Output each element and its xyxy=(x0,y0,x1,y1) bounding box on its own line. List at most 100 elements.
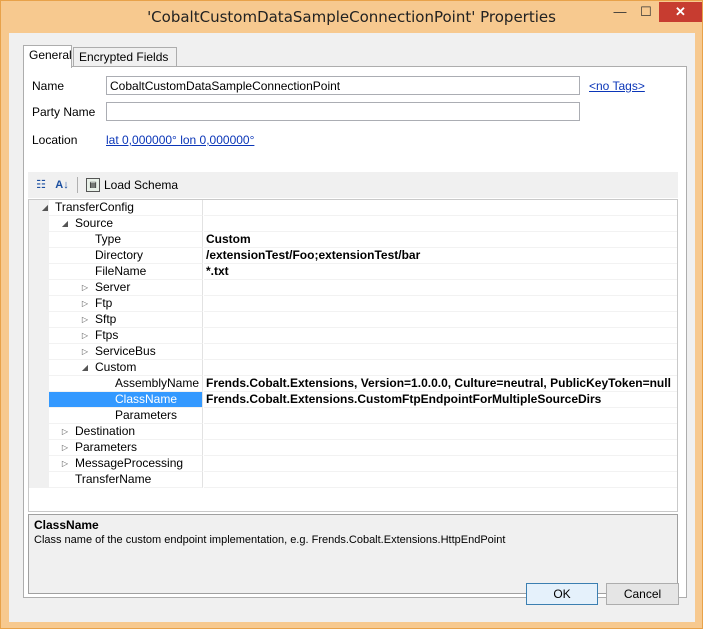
maximize-button[interactable]: ☐ xyxy=(633,2,659,22)
property-label: ClassName xyxy=(115,392,178,406)
expand-icon[interactable]: ▷ xyxy=(79,312,91,328)
property-label: Parameters xyxy=(115,408,178,422)
property-row[interactable]: ◢ Custom xyxy=(29,360,677,376)
property-value-cell[interactable] xyxy=(204,360,677,376)
property-row[interactable]: ◢ Source xyxy=(29,216,677,232)
location-link[interactable]: lat 0,000000° lon 0,000000° xyxy=(106,133,254,147)
property-value-cell[interactable] xyxy=(204,312,677,328)
property-value-cell[interactable]: Frends.Cobalt.Extensions, Version=1.0.0.… xyxy=(204,376,677,392)
property-name-cell[interactable]: ▷ Sftp xyxy=(29,312,203,328)
row-gutter xyxy=(29,216,49,232)
collapse-icon[interactable]: ◢ xyxy=(39,200,51,216)
cancel-button[interactable]: Cancel xyxy=(606,583,679,605)
row-gutter xyxy=(29,280,49,296)
property-name-cell[interactable]: ◢ Custom xyxy=(29,360,203,376)
expand-icon[interactable]: ▷ xyxy=(59,456,71,472)
property-name-cell[interactable]: FileName xyxy=(29,264,203,280)
property-value-cell[interactable] xyxy=(204,216,677,232)
expand-icon[interactable]: ▷ xyxy=(59,440,71,456)
property-row[interactable]: ▷ MessageProcessing xyxy=(29,456,677,472)
party-name-field[interactable] xyxy=(106,102,580,121)
property-row[interactable]: ▷ ServiceBus xyxy=(29,344,677,360)
property-value-cell[interactable] xyxy=(204,440,677,456)
property-value-cell[interactable] xyxy=(204,280,677,296)
property-name-cell[interactable]: ◢ TransferConfig xyxy=(29,200,203,216)
row-gutter xyxy=(29,328,49,344)
property-value-cell[interactable]: Custom xyxy=(204,232,677,248)
expand-icon[interactable]: ▷ xyxy=(79,328,91,344)
properties-window: 'CobaltCustomDataSampleConnectionPoint' … xyxy=(0,0,703,629)
property-name-cell[interactable]: Directory xyxy=(29,248,203,264)
property-row[interactable]: ▷ Ftps xyxy=(29,328,677,344)
load-schema-label: Load Schema xyxy=(104,178,179,192)
row-gutter xyxy=(29,392,49,408)
expand-icon[interactable]: ▷ xyxy=(59,424,71,440)
property-row[interactable]: ClassName Frends.Cobalt.Extensions.Custom… xyxy=(29,392,677,408)
party-name-label: Party Name xyxy=(32,105,96,119)
property-row[interactable]: ▷ Ftp xyxy=(29,296,677,312)
collapse-icon[interactable]: ◢ xyxy=(59,216,71,232)
property-row[interactable]: Parameters xyxy=(29,408,677,424)
property-row[interactable]: ▷ Sftp xyxy=(29,312,677,328)
description-panel: ClassName Class name of the custom endpo… xyxy=(28,514,678,594)
property-label: Type xyxy=(95,232,122,246)
property-name-cell[interactable]: ▷ Server xyxy=(29,280,203,296)
description-text: Class name of the custom endpoint implem… xyxy=(34,534,506,546)
property-value-cell[interactable] xyxy=(204,424,677,440)
property-name-cell[interactable]: ▷ Ftps xyxy=(29,328,203,344)
load-schema-button[interactable]: ▤ Load Schema xyxy=(84,176,178,194)
alphabetical-sort-icon[interactable]: A↓ xyxy=(53,176,71,194)
property-name-cell[interactable]: ▷ MessageProcessing xyxy=(29,456,203,472)
property-value-cell[interactable] xyxy=(204,344,677,360)
property-row[interactable]: Type Custom xyxy=(29,232,677,248)
name-field[interactable]: CobaltCustomDataSampleConnectionPoint xyxy=(106,76,580,95)
property-value-cell[interactable] xyxy=(204,472,677,488)
property-value-cell[interactable] xyxy=(204,408,677,424)
property-row[interactable]: ▷ Destination xyxy=(29,424,677,440)
row-gutter xyxy=(29,264,49,280)
property-row[interactable]: Directory/extensionTest/Foo;extensionTes… xyxy=(29,248,677,264)
collapse-icon[interactable]: ◢ xyxy=(79,360,91,376)
row-gutter xyxy=(29,344,49,360)
dialog-client-area: General Encrypted Fields Name CobaltCust… xyxy=(9,33,695,622)
property-row[interactable]: FileName *.txt xyxy=(29,264,677,280)
ok-button[interactable]: OK xyxy=(526,583,598,605)
expand-icon[interactable]: ▷ xyxy=(79,296,91,312)
property-row[interactable]: ▷ Parameters xyxy=(29,440,677,456)
property-row[interactable]: AssemblyName Frends.Cobalt.Extensions, Ve… xyxy=(29,376,677,392)
property-name-cell[interactable]: ◢ Source xyxy=(29,216,203,232)
property-name-cell[interactable]: Type xyxy=(29,232,203,248)
property-value-cell[interactable] xyxy=(204,328,677,344)
property-value-cell[interactable]: Frends.Cobalt.Extensions.CustomFtpEndpoi… xyxy=(204,392,677,408)
property-name-cell[interactable]: TransferName xyxy=(29,472,203,488)
tab-encrypted-fields[interactable]: Encrypted Fields xyxy=(73,47,177,67)
property-value-cell[interactable] xyxy=(204,200,677,216)
expand-icon[interactable]: ▷ xyxy=(79,344,91,360)
property-value-cell[interactable]: *.txt xyxy=(204,264,677,280)
property-name-cell[interactable]: ▷ Parameters xyxy=(29,440,203,456)
property-value-cell[interactable]: /extensionTest/Foo;extensionTest/bar xyxy=(204,248,677,264)
property-name-cell[interactable]: AssemblyName xyxy=(29,376,203,392)
property-name-cell[interactable]: ▷ ServiceBus xyxy=(29,344,203,360)
property-name-cell[interactable]: ▷ Ftp xyxy=(29,296,203,312)
minimize-button[interactable]: — xyxy=(607,2,633,22)
property-value-cell[interactable] xyxy=(204,456,677,472)
title-bar[interactable]: 'CobaltCustomDataSampleConnectionPoint' … xyxy=(1,1,702,33)
close-button[interactable]: ✕ xyxy=(659,2,702,22)
property-name-cell[interactable]: ▷ Destination xyxy=(29,424,203,440)
row-gutter xyxy=(29,296,49,312)
tab-general[interactable]: General xyxy=(23,45,72,68)
general-tab-page: Name CobaltCustomDataSampleConnectionPoi… xyxy=(23,66,687,598)
description-title: ClassName xyxy=(34,518,99,532)
property-value-cell[interactable] xyxy=(204,296,677,312)
property-row[interactable]: TransferName xyxy=(29,472,677,488)
property-label: Ftp xyxy=(95,296,113,310)
categorized-icon[interactable]: ☷ xyxy=(32,176,50,194)
property-row[interactable]: ◢ TransferConfig xyxy=(29,200,677,216)
property-name-cell[interactable]: ClassName xyxy=(29,392,203,408)
property-name-cell[interactable]: Parameters xyxy=(29,408,203,424)
property-row[interactable]: ▷ Server xyxy=(29,280,677,296)
expand-icon[interactable]: ▷ xyxy=(79,280,91,296)
property-label: FileName xyxy=(95,264,147,278)
tags-link[interactable]: <no Tags> xyxy=(589,79,645,93)
